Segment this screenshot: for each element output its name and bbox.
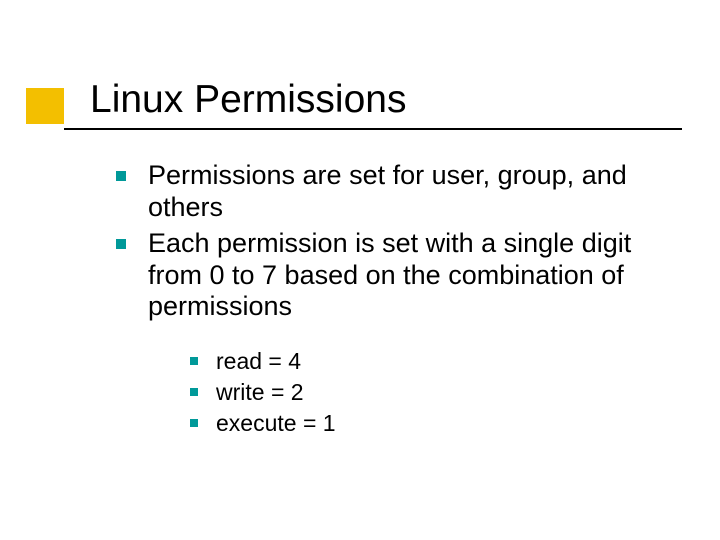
list-item: read = 4 xyxy=(188,347,680,376)
title-divider xyxy=(64,128,682,130)
list-item: execute = 1 xyxy=(188,409,680,438)
slide-content: Permissions are set for user, group, and… xyxy=(110,160,680,442)
slide: Linux Permissions Permissions are set fo… xyxy=(0,0,720,540)
sub-bullet-list: read = 4 write = 2 execute = 1 xyxy=(188,347,680,437)
list-item: Permissions are set for user, group, and… xyxy=(110,160,680,224)
list-item: write = 2 xyxy=(188,378,680,407)
list-item: Each permission is set with a single dig… xyxy=(110,228,680,438)
bullet-list: Permissions are set for user, group, and… xyxy=(110,160,680,438)
list-item-text: Each permission is set with a single dig… xyxy=(148,228,631,322)
slide-title: Linux Permissions xyxy=(90,78,406,122)
accent-block xyxy=(26,88,64,124)
